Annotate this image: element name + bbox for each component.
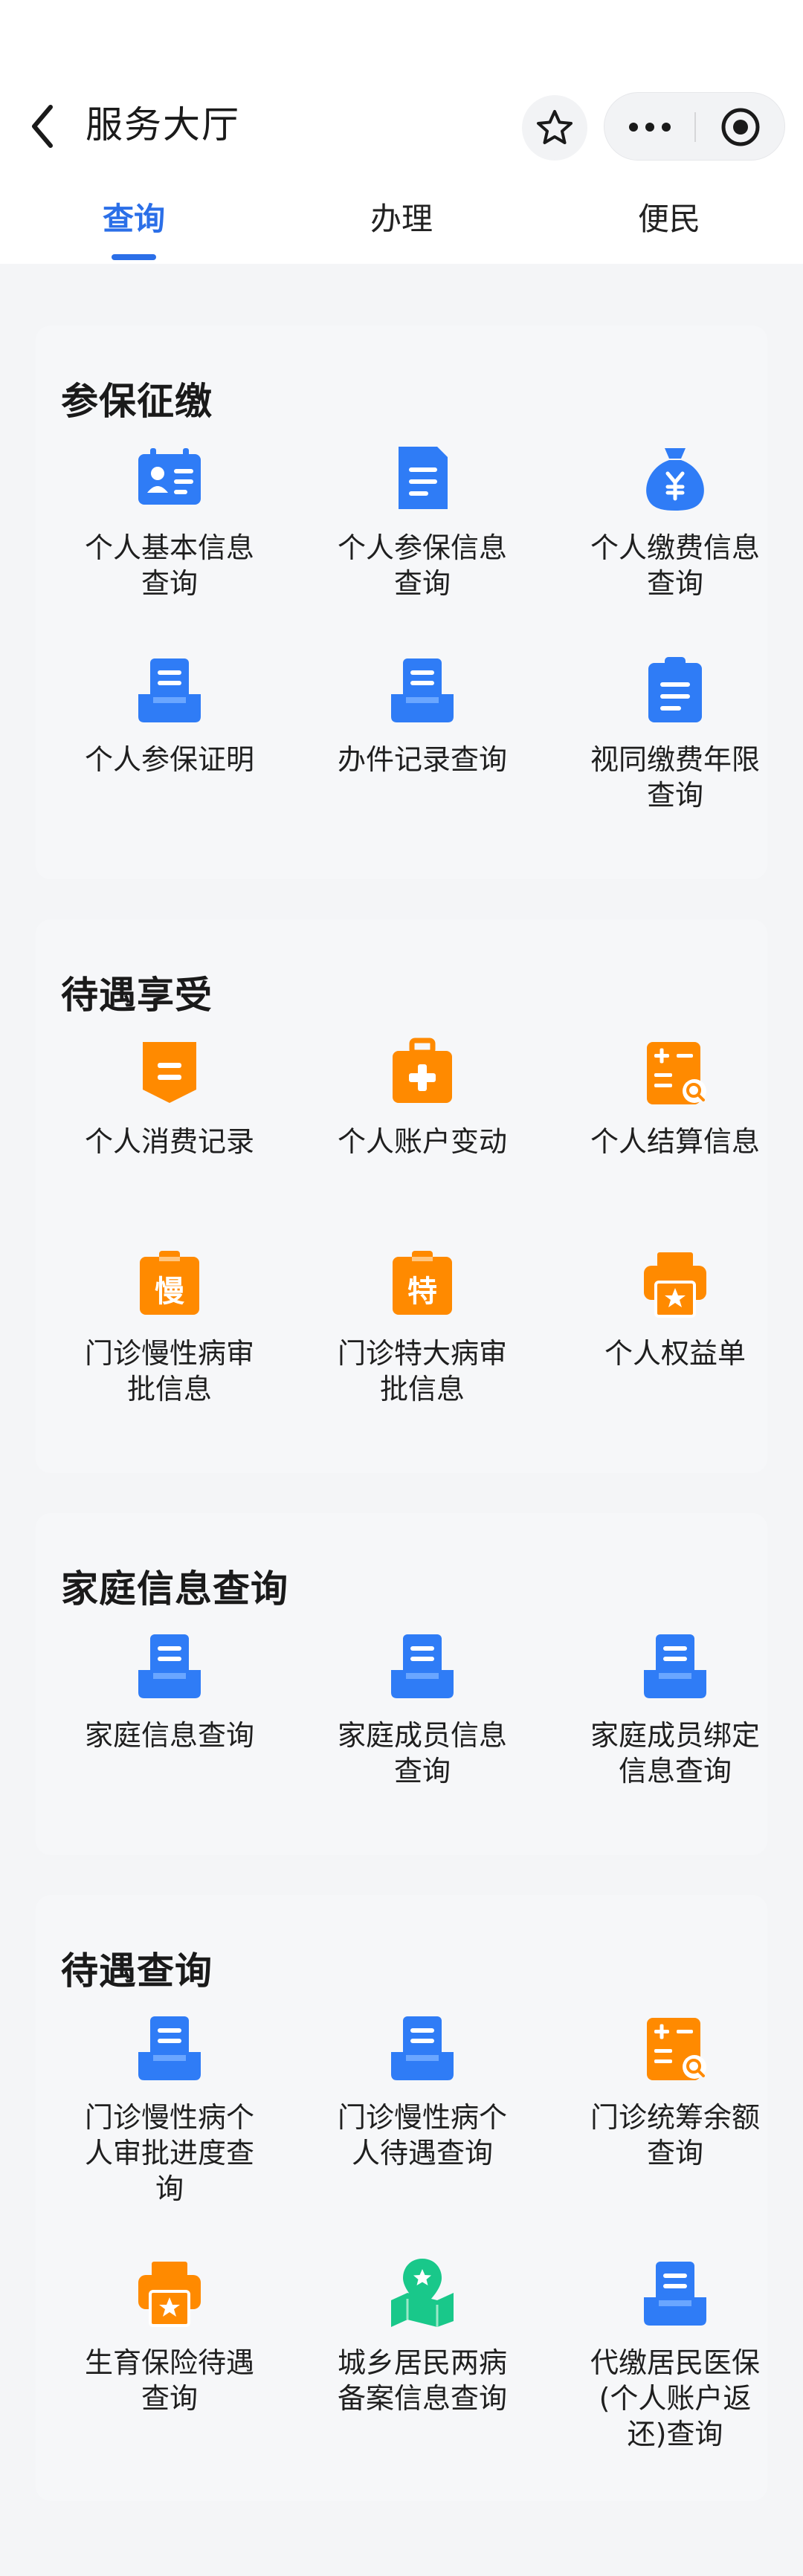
section-card: 参保征缴个人基本信息查询 个人参保信息查询 个人缴费信息查询个人参保证明 办件记录查询… <box>36 326 767 879</box>
service-item-label: 门诊统筹余额查询 <box>590 2101 760 2169</box>
service-item-label: 门诊慢性病个人审批进度查询 <box>84 2101 254 2205</box>
tab-convenience[interactable]: 便民 <box>580 186 758 260</box>
service-item-label: 家庭成员信息查询 <box>337 1719 507 1787</box>
tab-label: 查询 <box>102 201 165 237</box>
tray-document-icon <box>51 2010 288 2085</box>
service-item-label: 个人基本信息查询 <box>84 531 254 600</box>
section-card: 家庭信息查询 家庭信息查询 家庭成员信息查询 家庭成员绑定信息查询 <box>36 1513 767 1855</box>
tray-document-icon <box>51 1628 288 1703</box>
serious-badge-icon: 特 <box>303 1246 541 1321</box>
service-item-label: 个人缴费信息查询 <box>590 531 760 600</box>
tab-bar: 查询 办理 便民 <box>0 186 803 260</box>
section-title: 待遇查询 <box>61 1949 213 1993</box>
service-item-label: 门诊特大病审批信息 <box>337 1337 507 1405</box>
calculator-search-icon <box>556 2010 794 2085</box>
page-title: 服务大厅 <box>86 103 240 146</box>
service-item[interactable]: 门诊慢性病个人待遇查询 <box>303 2010 541 2171</box>
service-item-label: 门诊慢性病审批信息 <box>84 1337 254 1405</box>
tab-label: 便民 <box>637 201 700 237</box>
service-item-label: 个人参保信息查询 <box>337 531 507 600</box>
service-item[interactable]: 门诊慢性病个人审批进度查询 <box>51 2010 288 2207</box>
chevron-left-icon <box>32 105 53 148</box>
service-item[interactable]: 家庭成员绑定信息查询 <box>556 1628 794 1789</box>
section-card: 待遇享受 个人消费记录 个人账户变动 个人结算信息慢门诊慢性病审批信息特门诊特大病审批… <box>36 919 767 1473</box>
tab-handle[interactable]: 办理 <box>312 186 491 260</box>
chronic-badge-icon: 慢 <box>51 1246 288 1321</box>
tab-query[interactable]: 查询 <box>45 186 223 260</box>
service-item[interactable]: 家庭成员信息查询 <box>303 1628 541 1789</box>
target-circle-icon <box>721 108 760 146</box>
id-card-icon <box>51 441 288 515</box>
favorite-button[interactable] <box>522 95 587 161</box>
tray-document-icon <box>556 2256 794 2330</box>
service-item-label: 个人参保证明 <box>84 743 254 776</box>
calculator-search-icon <box>556 1035 794 1109</box>
service-item[interactable]: 城乡居民两病备案信息查询 <box>303 2256 541 2416</box>
service-item-label: 个人消费记录 <box>84 1125 254 1158</box>
printer-icon <box>51 2256 288 2330</box>
service-item-label: 个人结算信息 <box>590 1125 760 1158</box>
section-title: 参保征缴 <box>61 380 213 423</box>
tray-document-icon <box>303 2010 541 2085</box>
service-item[interactable]: 个人账户变动 <box>303 1035 541 1159</box>
service-item-label: 个人账户变动 <box>337 1125 507 1158</box>
service-item[interactable]: 个人缴费信息查询 <box>556 441 794 601</box>
money-bag-icon <box>556 441 794 515</box>
close-mini-program-button[interactable] <box>695 93 786 161</box>
star-icon <box>537 110 573 144</box>
clipboard-icon <box>556 653 794 727</box>
tray-document-icon <box>303 653 541 727</box>
more-dots-icon <box>629 123 671 132</box>
svg-text:慢: 慢 <box>155 1275 184 1309</box>
service-item-label: 办件记录查询 <box>337 743 507 776</box>
printer-icon <box>556 1246 794 1321</box>
tray-document-icon <box>51 653 288 727</box>
service-item[interactable]: 个人消费记录 <box>51 1035 288 1159</box>
service-item[interactable]: 视同缴费年限查询 <box>556 653 794 813</box>
section-title: 待遇享受 <box>61 974 213 1017</box>
service-item[interactable]: 门诊统筹余额查询 <box>556 2010 794 2171</box>
mini-program-capsule <box>604 92 785 161</box>
service-item-label: 视同缴费年限查询 <box>590 743 760 812</box>
tray-document-icon <box>556 1628 794 1703</box>
service-item[interactable]: 生育保险待遇查询 <box>51 2256 288 2416</box>
service-item-label: 个人权益单 <box>604 1337 746 1370</box>
section-card: 待遇查询门诊慢性病个人审批进度查询 门诊慢性病个人待遇查询 门诊统筹余额查询生育保险… <box>36 1895 767 2501</box>
tab-label: 办理 <box>370 201 433 237</box>
medical-kit-icon <box>303 1035 541 1109</box>
service-item[interactable]: 个人参保信息查询 <box>303 441 541 601</box>
service-item[interactable]: 个人参保证明 <box>51 653 288 777</box>
service-item[interactable]: 个人权益单 <box>556 1246 794 1371</box>
receipt-icon <box>51 1035 288 1109</box>
more-button[interactable] <box>604 93 695 161</box>
service-item[interactable]: 个人基本信息查询 <box>51 441 288 601</box>
service-item-label: 家庭信息查询 <box>84 1719 254 1752</box>
service-item[interactable]: 办件记录查询 <box>303 653 541 777</box>
top-bar: 服务大厅 查询 办理 便民 <box>0 0 803 264</box>
service-item-label: 门诊慢性病个人待遇查询 <box>337 2101 507 2169</box>
tray-document-icon <box>303 1628 541 1703</box>
service-item[interactable]: 慢门诊慢性病审批信息 <box>51 1246 288 1407</box>
section-title: 家庭信息查询 <box>61 1567 288 1611</box>
svg-text:特: 特 <box>407 1275 437 1309</box>
active-tab-indicator <box>112 254 156 260</box>
service-item-label: 城乡居民两病备案信息查询 <box>337 2346 507 2415</box>
map-pin-icon <box>303 2256 541 2330</box>
service-item-label: 代缴居民医保(个人账户返还)查询 <box>590 2346 760 2450</box>
document-icon <box>303 441 541 515</box>
service-item-label: 生育保险待遇查询 <box>84 2346 254 2415</box>
service-item[interactable]: 代缴居民医保(个人账户返还)查询 <box>556 2256 794 2452</box>
service-item[interactable]: 个人结算信息 <box>556 1035 794 1159</box>
service-item-label: 家庭成员绑定信息查询 <box>590 1719 760 1787</box>
service-item[interactable]: 家庭信息查询 <box>51 1628 288 1753</box>
service-item[interactable]: 特门诊特大病审批信息 <box>303 1246 541 1407</box>
back-button[interactable] <box>21 97 65 156</box>
